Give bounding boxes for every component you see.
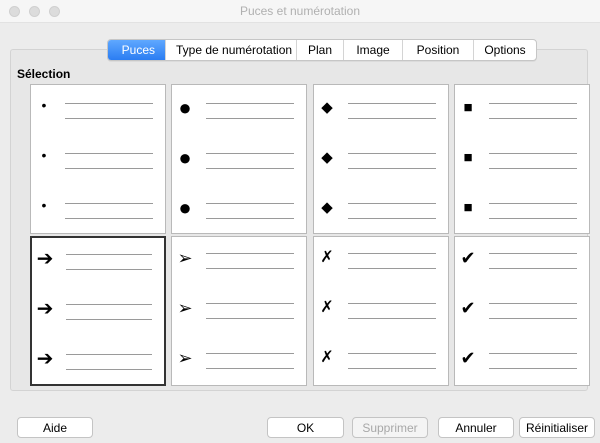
preview-line [348, 353, 436, 354]
preview-line [65, 218, 153, 219]
arrow-bullet-icon: ➔ [36, 348, 54, 370]
preview-line [489, 103, 577, 104]
preview-line [206, 253, 294, 254]
preview-line [206, 218, 294, 219]
ok-button[interactable]: OK [267, 417, 344, 438]
preview-line [206, 268, 294, 269]
preview-line [206, 318, 294, 319]
preview-line [348, 203, 436, 204]
bullet-option-cross-bullet[interactable]: ✗ ✗ ✗ [313, 236, 449, 386]
tab-bar: Puces Type de numérotation Plan Image Po… [107, 39, 537, 61]
preview-line [348, 268, 436, 269]
preview-line [489, 153, 577, 154]
preview-line [348, 218, 436, 219]
preview-line [206, 353, 294, 354]
tab-image[interactable]: Image [343, 40, 402, 60]
cross-bullet-icon: ✗ [320, 349, 334, 366]
tab-options[interactable]: Options [473, 40, 536, 60]
tab-outline[interactable]: Plan [296, 40, 343, 60]
arrow-bullet-icon: ➔ [36, 298, 54, 320]
arrowhead-bullet-icon: ➢ [177, 348, 193, 368]
small-dot-bullet-icon: • [41, 97, 47, 113]
diamond-bullet-icon: ◆ [321, 149, 333, 166]
preview-line [66, 304, 152, 305]
preview-line [206, 153, 294, 154]
preview-line [206, 203, 294, 204]
bullet-option-square-bullet[interactable]: ■ ■ ■ [454, 84, 590, 234]
arrowhead-bullet-icon: ➢ [177, 248, 193, 268]
preview-line [206, 368, 294, 369]
preview-line [348, 253, 436, 254]
preview-line [66, 369, 152, 370]
preview-line [348, 318, 436, 319]
preview-line [348, 168, 436, 169]
tab-puces[interactable]: Puces [108, 40, 165, 60]
preview-line [348, 303, 436, 304]
checkmark-bullet-icon: ✔ [460, 298, 476, 318]
small-dot-bullet-icon: • [41, 197, 47, 213]
preview-line [489, 118, 577, 119]
checkmark-bullet-icon: ✔ [460, 348, 476, 368]
preview-line [489, 253, 577, 254]
square-bullet-icon: ■ [463, 149, 473, 166]
preview-line [206, 103, 294, 104]
preview-line [65, 168, 153, 169]
large-dot-bullet-icon: ● [178, 195, 192, 220]
delete-button[interactable]: Supprimer [352, 417, 428, 438]
selection-heading: Sélection [17, 67, 71, 81]
cross-bullet-icon: ✗ [320, 299, 334, 316]
preview-line [65, 118, 153, 119]
help-button[interactable]: Aide [17, 417, 93, 438]
preview-line [65, 203, 153, 204]
cross-bullet-icon: ✗ [320, 249, 334, 266]
preview-line [206, 303, 294, 304]
preview-line [66, 319, 152, 320]
preview-line [489, 268, 577, 269]
preview-line [206, 168, 294, 169]
diamond-bullet-icon: ◆ [321, 199, 333, 216]
cancel-button[interactable]: Annuler [438, 417, 514, 438]
preview-line [489, 318, 577, 319]
arrow-bullet-icon: ➔ [36, 248, 54, 270]
window-title: Puces et numérotation [239, 4, 361, 18]
preview-line [65, 153, 153, 154]
preview-line [489, 168, 577, 169]
preview-line [348, 153, 436, 154]
preview-line [206, 118, 294, 119]
preview-line [489, 353, 577, 354]
preview-line [348, 103, 436, 104]
bullet-option-arrowhead-bullet[interactable]: ➢ ➢ ➢ [171, 236, 307, 386]
preview-line [66, 354, 152, 355]
bullet-option-large-dot-bullet[interactable]: ● ● ● [171, 84, 307, 234]
diamond-bullet-icon: ◆ [321, 99, 333, 116]
tab-numbering-type[interactable]: Type de numérotation [165, 40, 296, 60]
preview-line [66, 254, 152, 255]
preview-line [66, 269, 152, 270]
square-bullet-icon: ■ [463, 199, 473, 216]
tab-position[interactable]: Position [402, 40, 473, 60]
title-bar: Puces et numérotation [0, 0, 600, 23]
preview-line [489, 368, 577, 369]
preview-line [489, 303, 577, 304]
large-dot-bullet-icon: ● [178, 145, 192, 170]
reset-button[interactable]: Réinitialiser [519, 417, 595, 438]
large-dot-bullet-icon: ● [178, 95, 192, 120]
preview-line [348, 368, 436, 369]
preview-line [489, 203, 577, 204]
checkmark-bullet-icon: ✔ [460, 248, 476, 268]
arrowhead-bullet-icon: ➢ [177, 298, 193, 318]
preview-line [489, 218, 577, 219]
bullet-style-grid: • • • ● ● ● ◆ ◆ ◆ ■ ■ ■ ➔ ➔ ➔ ➢ ➢ ➢ ✗ ✗ ✗ ✔ ✔ ✔ [30, 84, 595, 389]
preview-line [65, 103, 153, 104]
bullet-option-diamond-bullet[interactable]: ◆ ◆ ◆ [313, 84, 449, 234]
bullet-option-arrow-bullet[interactable]: ➔ ➔ ➔ [30, 236, 166, 386]
square-bullet-icon: ■ [463, 99, 473, 116]
preview-line [348, 118, 436, 119]
small-dot-bullet-icon: • [41, 147, 47, 163]
bullet-option-checkmark-bullet[interactable]: ✔ ✔ ✔ [454, 236, 590, 386]
bullet-option-small-dot-bullet[interactable]: • • • [30, 84, 166, 234]
